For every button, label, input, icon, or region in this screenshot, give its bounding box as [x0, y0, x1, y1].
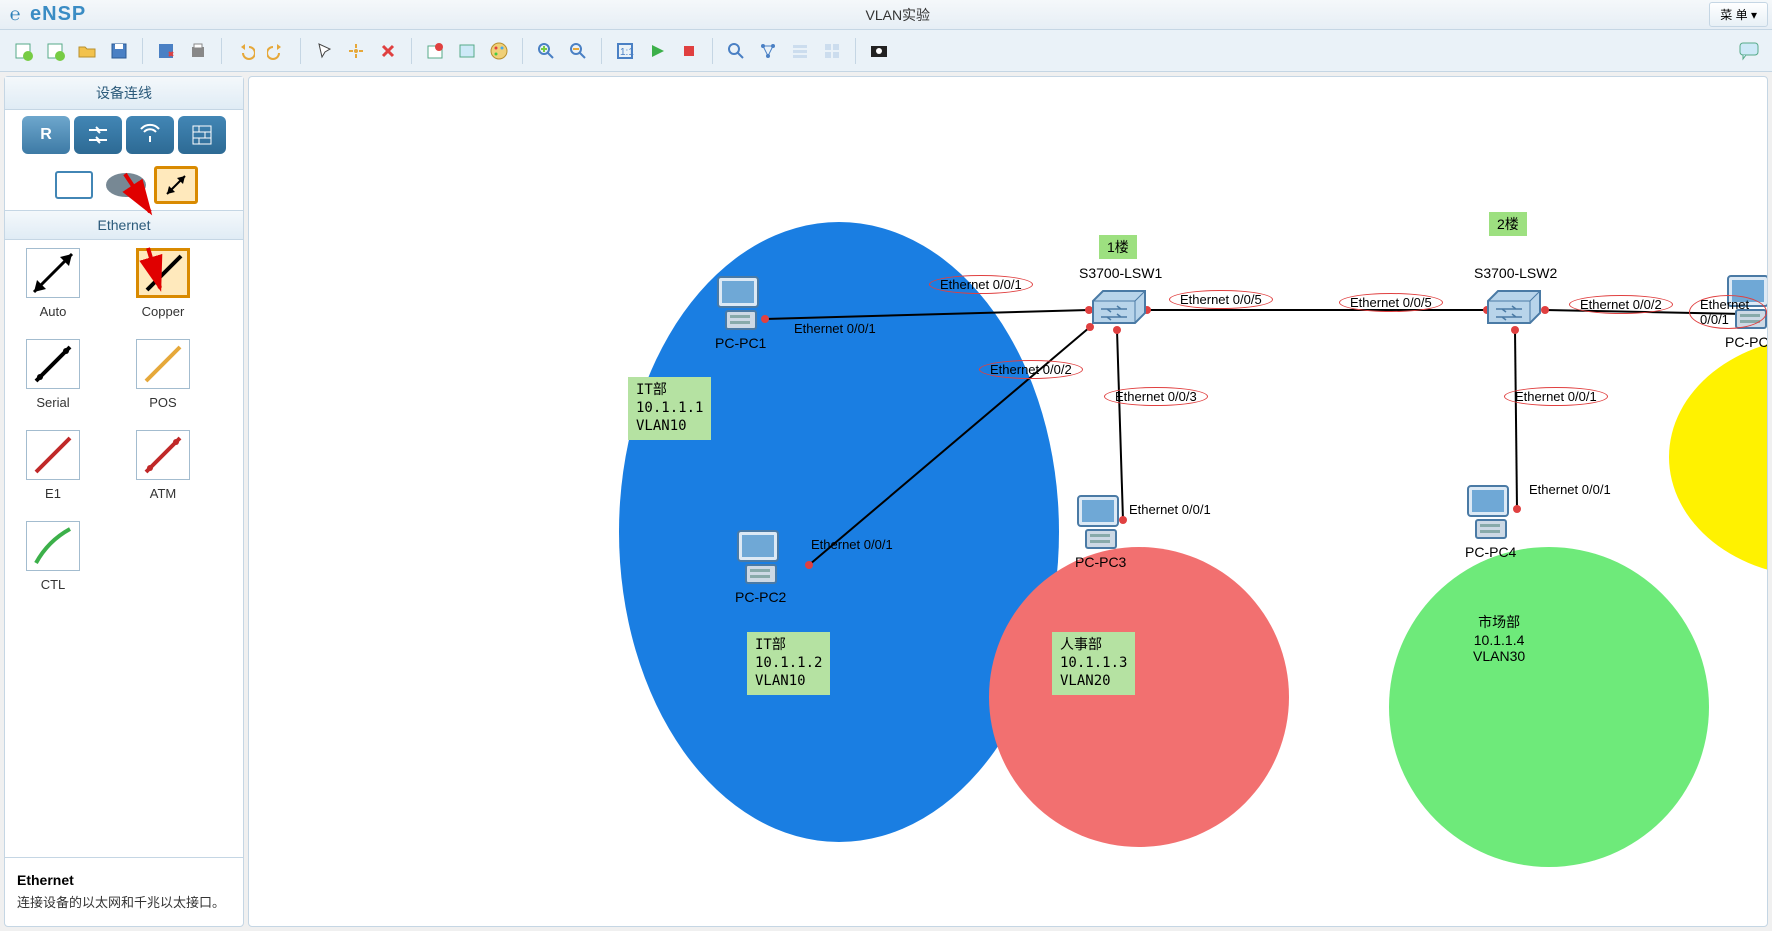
- zone-z3: [1389, 547, 1709, 867]
- tool-clear[interactable]: [420, 36, 450, 66]
- cable-header: Ethernet: [5, 210, 243, 240]
- zone-z1: [619, 222, 1059, 842]
- tool-fit[interactable]: 1:1: [610, 36, 640, 66]
- tool-cursor[interactable]: [309, 36, 339, 66]
- port-label: Ethernet 0/0/1: [1504, 387, 1608, 406]
- port-label: Ethernet 0/0/1: [794, 321, 876, 336]
- floor-f2: 2楼: [1489, 212, 1527, 236]
- menu-button[interactable]: 菜 单 ▾: [1709, 2, 1768, 27]
- tool-pan[interactable]: [341, 36, 371, 66]
- dev-cat-firewall[interactable]: [178, 116, 226, 154]
- device-sidebar: 设备连线 R Ethernet Auto Copper Serial POS E1 ATM…: [4, 76, 244, 927]
- switch-label: S3700-LSW1: [1079, 265, 1162, 281]
- app-logo: ℮ eNSP: [4, 3, 86, 26]
- tool-saveas[interactable]: [151, 36, 181, 66]
- pc-node[interactable]: [712, 275, 766, 336]
- cable-serial[interactable]: Serial: [13, 339, 93, 410]
- zone-z2: [989, 547, 1289, 847]
- port-label: Ethernet 0/0/1: [1689, 295, 1767, 329]
- tool-delete[interactable]: [373, 36, 403, 66]
- tool-open[interactable]: [40, 36, 70, 66]
- info-textbox: 人事部 10.1.1.3 VLAN20: [1052, 632, 1135, 695]
- dev-cat-pc[interactable]: [50, 166, 98, 204]
- dev-cat-cloud[interactable]: [102, 166, 150, 204]
- window-title: VLAN实验: [86, 5, 1709, 25]
- desc-text: 连接设备的以太网和千兆以太接口。: [17, 894, 231, 912]
- info-textbox: IT部 10.1.1.2 VLAN10: [747, 632, 830, 695]
- tool-text[interactable]: [452, 36, 482, 66]
- pc-label: PC-PC3: [1075, 554, 1126, 570]
- tool-new[interactable]: [8, 36, 38, 66]
- tool-palette[interactable]: [484, 36, 514, 66]
- pc-label: PC-PC4: [1465, 544, 1516, 560]
- tool-zoomin[interactable]: [531, 36, 561, 66]
- tool-redo[interactable]: [262, 36, 292, 66]
- cable-list: Auto Copper Serial POS E1 ATM CTL: [5, 240, 243, 600]
- pc-label: PC-PC1: [715, 335, 766, 351]
- cable-pos[interactable]: POS: [123, 339, 203, 410]
- pc-label: PC-PC5: [1725, 334, 1768, 350]
- tool-chat[interactable]: [1734, 36, 1764, 66]
- tool-print[interactable]: [183, 36, 213, 66]
- cable-atm[interactable]: ATM: [123, 430, 203, 501]
- info-textbox: 市场部 10.1.1.4 VLAN30: [1473, 612, 1525, 664]
- info-textbox: IT部 10.1.1.1 VLAN10: [628, 377, 711, 440]
- port-label: Ethernet 0/0/5: [1339, 293, 1443, 312]
- topology-canvas[interactable]: 1楼 2楼 S3700-LSW1 S3700-LSW2 PC-PC1 PC-PC2 PC-P…: [248, 76, 1768, 927]
- logo-icon: ℮: [4, 4, 26, 26]
- svg-text:1:1: 1:1: [620, 47, 634, 58]
- tool-grid[interactable]: [817, 36, 847, 66]
- cable-auto[interactable]: Auto: [13, 248, 93, 319]
- port-label: Ethernet 0/0/3: [1104, 387, 1208, 406]
- pc-node[interactable]: [732, 529, 786, 590]
- pc-node[interactable]: [1462, 484, 1516, 545]
- titlebar: ℮ eNSP VLAN实验 菜 单 ▾: [0, 0, 1772, 30]
- tool-play[interactable]: [642, 36, 672, 66]
- sidebar-description: Ethernet 连接设备的以太网和千兆以太接口。: [5, 857, 243, 926]
- floor-f1: 1楼: [1099, 235, 1137, 259]
- tool-capture[interactable]: [864, 36, 894, 66]
- main-toolbar: 1:1: [0, 30, 1772, 72]
- cable-ctl[interactable]: CTL: [13, 521, 93, 592]
- dev-cat-connection[interactable]: [154, 166, 198, 204]
- switch-label: S3700-LSW2: [1474, 265, 1557, 281]
- tool-save[interactable]: [104, 36, 134, 66]
- tool-undo[interactable]: [230, 36, 260, 66]
- switch-node[interactable]: [1089, 287, 1149, 332]
- dev-cat-wlan[interactable]: [126, 116, 174, 154]
- switch-node[interactable]: [1484, 287, 1544, 332]
- port-label: Ethernet 0/0/1: [811, 537, 893, 552]
- cable-copper[interactable]: Copper: [123, 248, 203, 319]
- zone-z4: [1669, 337, 1768, 577]
- port-label: Ethernet 0/0/2: [1569, 295, 1673, 314]
- desc-title: Ethernet: [17, 872, 231, 888]
- cable-e1[interactable]: E1: [13, 430, 93, 501]
- tool-folder[interactable]: [72, 36, 102, 66]
- port-label: Ethernet 0/0/1: [1529, 482, 1611, 497]
- tool-console[interactable]: [721, 36, 751, 66]
- app-name: eNSP: [30, 3, 86, 26]
- port-label: Ethernet 0/0/5: [1169, 290, 1273, 309]
- pc-node[interactable]: [1072, 494, 1126, 555]
- port-label: Ethernet 0/0/1: [1129, 502, 1211, 517]
- tool-stop[interactable]: [674, 36, 704, 66]
- pc-label: PC-PC2: [735, 589, 786, 605]
- dev-cat-switch[interactable]: [74, 116, 122, 154]
- sidebar-header: 设备连线: [5, 77, 243, 110]
- port-label: Ethernet 0/0/1: [929, 275, 1033, 294]
- tool-topo[interactable]: [753, 36, 783, 66]
- tool-zoomout[interactable]: [563, 36, 593, 66]
- port-label: Ethernet 0/0/2: [979, 360, 1083, 379]
- tool-list[interactable]: [785, 36, 815, 66]
- dev-cat-router[interactable]: R: [22, 116, 70, 154]
